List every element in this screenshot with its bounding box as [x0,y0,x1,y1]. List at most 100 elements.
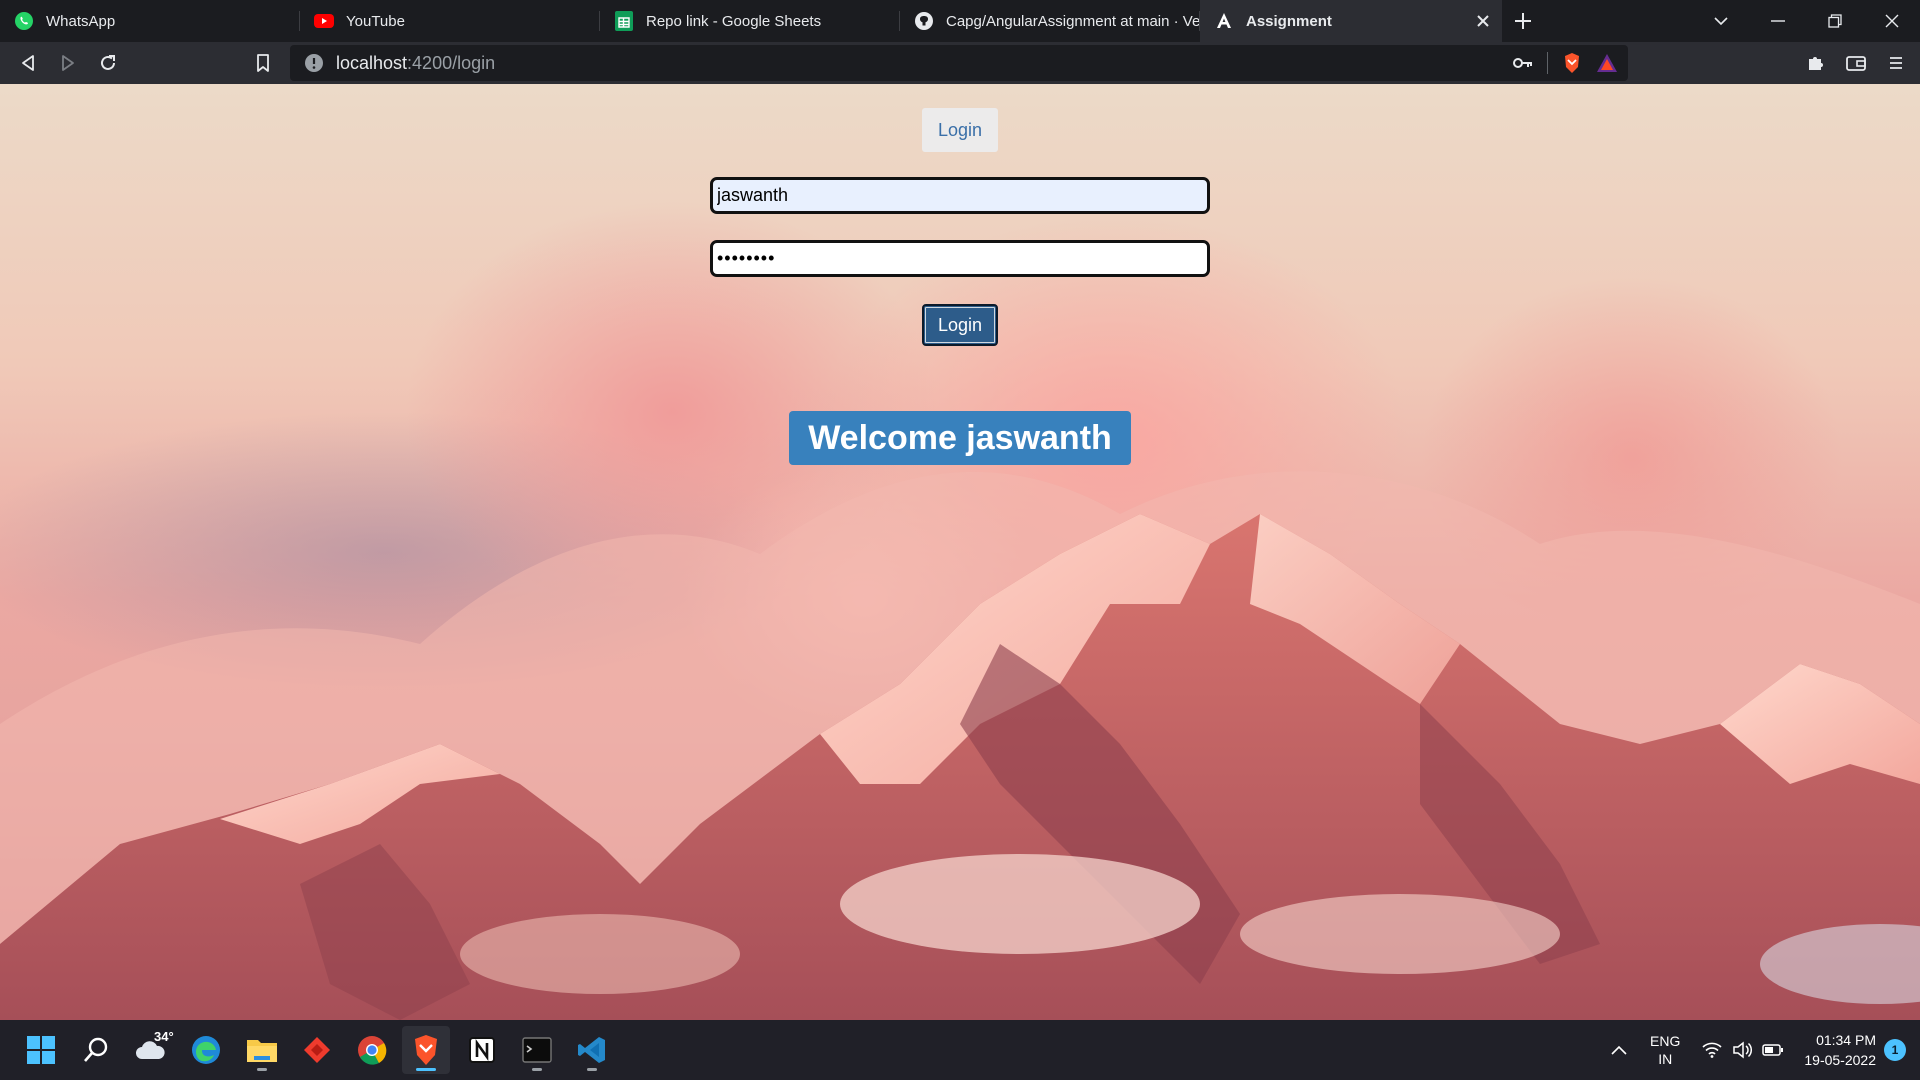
brave-icon [415,1035,437,1065]
close-window-button[interactable] [1863,0,1920,42]
url-text[interactable]: localhost:4200/login [336,53,495,74]
running-indicator [532,1068,542,1071]
whatsapp-icon [14,11,34,31]
wifi-icon[interactable] [1702,1042,1722,1058]
wallet-icon [1846,56,1866,71]
language-primary: ENG [1650,1033,1681,1049]
edge-app[interactable] [182,1026,230,1074]
separator [1547,52,1548,74]
browser-toolbar: localhost:4200/login [0,42,1920,84]
restore-icon [1827,14,1842,28]
clock[interactable]: 01:34 PM 19-05-2022 [1804,1030,1876,1070]
tab-title: WhatsApp [46,12,116,30]
welcome-banner: Welcome jaswanth [789,411,1131,465]
url-path: :4200/login [407,52,496,73]
chrome-app[interactable] [348,1026,396,1074]
username-input[interactable] [710,177,1210,214]
plus-icon [1515,13,1531,29]
github-icon [914,11,934,31]
tab-title: YouTube [346,12,405,30]
weather-temp: 34° [154,1029,174,1044]
brave-shields-icon[interactable] [1562,52,1582,74]
reload-icon [101,55,115,70]
brave-rewards-icon[interactable] [1596,53,1618,73]
bookmark-icon [257,54,269,72]
tab-title: Capg/AngularAssignment at main · Ve [946,12,1200,30]
start-button[interactable] [17,1026,65,1074]
chevron-down-icon [1713,17,1728,26]
chevron-up-icon[interactable] [1610,1044,1628,1056]
address-bar[interactable]: localhost:4200/login [290,45,1628,81]
volume-icon[interactable] [1732,1041,1753,1059]
search-icon [84,1037,108,1062]
login-submit-button[interactable]: Login [922,304,998,346]
running-indicator [416,1068,436,1071]
password-input[interactable] [710,240,1210,277]
battery-icon[interactable] [1762,1043,1784,1057]
reload-button[interactable] [88,45,128,81]
site-info-icon[interactable] [304,53,324,73]
running-indicator [587,1068,597,1071]
clock-time: 01:34 PM [1816,1032,1876,1048]
menu-button[interactable] [1876,45,1916,81]
tab-title: Assignment [1246,12,1332,30]
address-bar-actions [1513,45,1618,81]
angular-icon [1214,11,1234,31]
file-explorer-icon [247,1040,277,1062]
terminal-icon [522,1037,552,1063]
tab-github[interactable]: Capg/AngularAssignment at main · Ve [900,0,1200,42]
wallet-button[interactable] [1836,45,1876,81]
minimize-button[interactable] [1749,0,1806,42]
chrome-icon [358,1036,387,1065]
toolbar-actions [1796,42,1920,84]
language-indicator[interactable]: ENG IN [1650,1032,1680,1068]
youtube-icon [314,11,334,31]
restore-button[interactable] [1806,0,1863,42]
nav-login-button[interactable]: Login [922,108,998,152]
tab-google-sheets[interactable]: Repo link - Google Sheets [600,0,900,42]
key-icon[interactable] [1513,57,1533,69]
tab-title: Repo link - Google Sheets [646,12,822,30]
hamburger-menu-icon [1890,57,1902,69]
tab-whatsapp[interactable]: WhatsApp [0,0,300,42]
edge-icon [192,1036,220,1064]
weather-widget[interactable]: 34° [127,1026,175,1074]
anydesk-app[interactable] [293,1026,341,1074]
extensions-button[interactable] [1796,45,1836,81]
forward-button[interactable] [48,45,88,81]
running-indicator [257,1068,267,1071]
vscode-app[interactable] [568,1026,616,1074]
mountain-background [0,471,1920,1020]
url-host: localhost [336,52,408,73]
notification-badge[interactable]: 1 [1884,1039,1906,1061]
start-icon [27,1036,55,1064]
clock-date: 19-05-2022 [1804,1052,1876,1068]
close-icon [1885,14,1898,28]
minimize-icon [1770,20,1785,22]
tab-strip: WhatsApp YouTube Repo link - Google Shee… [0,0,1920,42]
forward-arrow-icon [62,55,74,71]
bookmark-button[interactable] [243,45,283,81]
new-tab-button[interactable] [1502,0,1544,42]
puzzle-icon [1809,57,1823,70]
google-sheets-icon [614,11,634,31]
window-controls [1692,0,1920,42]
anydesk-icon [304,1037,330,1063]
tab-assignment[interactable]: Assignment [1200,0,1502,42]
notion-app[interactable] [458,1026,506,1074]
search-button[interactable] [72,1026,120,1074]
windows-taskbar: 34° ENG IN 01:34 PM 19-05-2022 1 [0,1020,1920,1080]
page-viewport: Login Login Welcome jaswanth [0,84,1920,1020]
notion-icon [469,1037,495,1063]
back-arrow-icon [22,55,34,71]
language-secondary: IN [1658,1051,1673,1067]
tab-search-button[interactable] [1692,0,1749,42]
brave-app[interactable] [402,1026,450,1074]
close-tab-icon[interactable] [1470,8,1496,34]
system-tray: ENG IN 01:34 PM 19-05-2022 1 [1610,1020,1920,1080]
back-button[interactable] [8,45,48,81]
file-explorer-app[interactable] [238,1026,286,1074]
tab-youtube[interactable]: YouTube [300,0,600,42]
terminal-app[interactable] [513,1026,561,1074]
vscode-icon [578,1037,605,1063]
